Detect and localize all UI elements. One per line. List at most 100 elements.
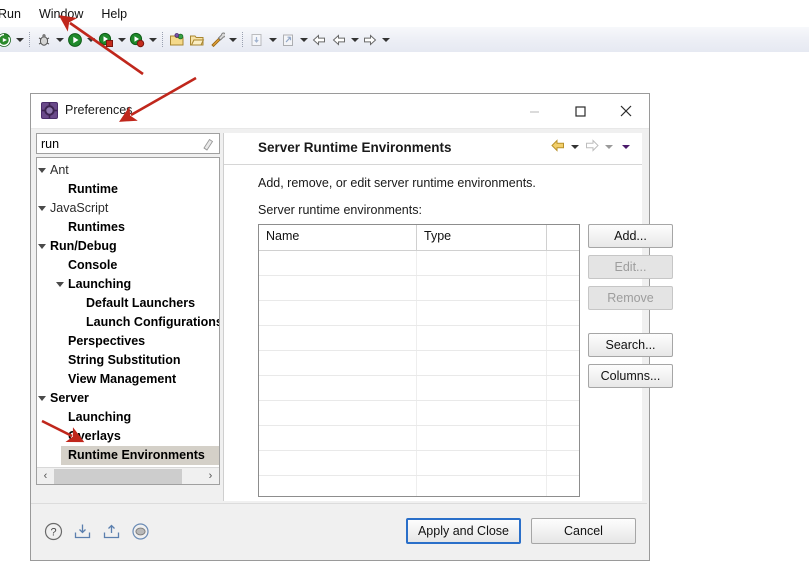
table-row[interactable] [259,476,579,496]
new-folder-icon[interactable] [167,29,187,50]
external-tools-dropdown-icon[interactable] [227,29,238,50]
preferences-tree[interactable]: Ant Runtime JavaScript Runtimes Run/Debug Con… [36,157,220,485]
forward-icon[interactable] [360,29,380,50]
table-row[interactable] [259,251,579,276]
tree-item-default-launchers[interactable]: Default Launchers [37,294,219,313]
tree-item-server-and-runtime[interactable]: Server and Runtime [37,484,219,485]
tree-item-label: Runtimes [68,220,125,234]
apply-and-close-button[interactable]: Apply and Close [405,518,521,544]
search-button[interactable]: Search... [588,333,673,357]
columns-button[interactable]: Columns... [588,364,673,388]
filter-box[interactable] [36,133,220,154]
tree-item-label: Default Launchers [86,296,196,310]
menu-window[interactable]: Window [30,5,92,23]
table-row[interactable] [259,276,579,301]
tree-item-javascript[interactable]: JavaScript [37,199,219,218]
run-as-server-icon[interactable] [96,29,116,50]
scroll-left-icon[interactable]: ‹ [37,468,54,484]
external-tools-icon[interactable] [207,29,227,50]
tree-item-launch-configurations[interactable]: Launch Configurations [37,313,219,332]
help-icon[interactable]: ? [43,521,64,542]
ide-tool-bar [0,27,809,53]
svg-text:?: ? [50,527,56,539]
table-row[interactable] [259,376,579,401]
last-edit-dropdown-icon[interactable] [298,29,309,50]
previous-icon[interactable] [329,29,349,50]
tree-item-launching[interactable]: Launching [37,275,219,294]
run-dropdown-icon[interactable] [85,29,96,50]
debug-dropdown-icon[interactable] [54,29,65,50]
panel-button-column: Add... Edit... Remove Search... Columns... [588,224,673,395]
tree-item-label: Launch Configurations [86,315,219,329]
menu-help[interactable]: Help [92,5,136,23]
tree-item-label: Overlays [68,429,121,443]
tree-horizontal-scrollbar[interactable]: ‹ › [37,467,219,484]
add-button[interactable]: Add... [588,224,673,248]
ide-menu-bar: Run Window Help [0,0,809,27]
back-icon[interactable] [309,29,329,50]
chevron-down-icon[interactable] [37,199,48,218]
tree-item-runtime[interactable]: Runtime [37,180,219,199]
chevron-down-icon[interactable] [37,389,48,408]
table-cell [547,401,579,425]
scroll-right-icon[interactable]: › [202,468,219,484]
menu-run[interactable]: Run [0,5,30,23]
column-header-blank[interactable] [547,225,579,250]
table-row[interactable] [259,401,579,426]
window-controls [511,94,649,128]
debug-server-icon[interactable] [127,29,147,50]
run-icon[interactable] [65,29,85,50]
minimize-icon[interactable] [511,94,557,128]
scrollbar-track[interactable] [54,468,202,484]
table-row[interactable] [259,326,579,351]
tree-item-runtime-environments[interactable]: Runtime Environments [37,446,219,465]
next-annotation-dropdown-icon[interactable] [267,29,278,50]
table-cell [259,251,417,275]
table-row[interactable] [259,351,579,376]
scrollbar-thumb[interactable] [54,469,182,484]
maximize-icon[interactable] [557,94,603,128]
next-annotation-icon[interactable] [247,29,267,50]
export-preferences-icon[interactable] [101,521,122,542]
back-arrow-icon[interactable] [551,139,565,155]
table-row[interactable] [259,451,579,476]
restore-defaults-icon[interactable] [130,521,151,542]
run-last-dropdown-icon[interactable] [14,29,25,50]
back-history-dropdown-icon[interactable] [571,145,579,149]
tree-item-console[interactable]: Console [37,256,219,275]
table-cell [259,426,417,450]
tree-item-launching[interactable]: Launching [37,408,219,427]
tree-item-run-debug[interactable]: Run/Debug [37,237,219,256]
close-icon[interactable] [603,94,649,128]
tree-item-ant[interactable]: Ant [37,161,219,180]
import-preferences-icon[interactable] [72,521,93,542]
column-header-name[interactable]: Name [259,225,417,250]
tree-item-runtimes[interactable]: Runtimes [37,218,219,237]
tree-item-string-substitution[interactable]: String Substitution [37,351,219,370]
chevron-down-icon[interactable] [37,161,48,180]
chevron-down-icon[interactable] [53,275,66,294]
last-edit-location-icon[interactable] [278,29,298,50]
run-as-server-dropdown-icon[interactable] [116,29,127,50]
server-runtime-table[interactable]: Name Type [258,224,580,497]
view-menu-icon[interactable] [622,145,630,149]
debug-server-dropdown-icon[interactable] [147,29,158,50]
search-input[interactable] [41,136,191,152]
previous-dropdown-icon[interactable] [349,29,360,50]
column-header-type[interactable]: Type [417,225,547,250]
forward-arrow-icon[interactable] [585,139,599,155]
table-row[interactable] [259,301,579,326]
clear-filter-icon[interactable] [201,137,215,151]
tree-item-perspectives[interactable]: Perspectives [37,332,219,351]
tree-item-server[interactable]: Server [37,389,219,408]
forward-dropdown-icon[interactable] [380,29,391,50]
cancel-button[interactable]: Cancel [531,518,636,544]
tree-item-overlays[interactable]: Overlays [37,427,219,446]
debug-icon[interactable] [34,29,54,50]
open-folder-icon[interactable] [187,29,207,50]
tree-item-view-management[interactable]: View Management [37,370,219,389]
table-row[interactable] [259,426,579,451]
chevron-down-icon[interactable] [37,237,48,256]
forward-history-dropdown-icon[interactable] [605,145,613,149]
run-last-tool-icon[interactable] [0,29,14,50]
